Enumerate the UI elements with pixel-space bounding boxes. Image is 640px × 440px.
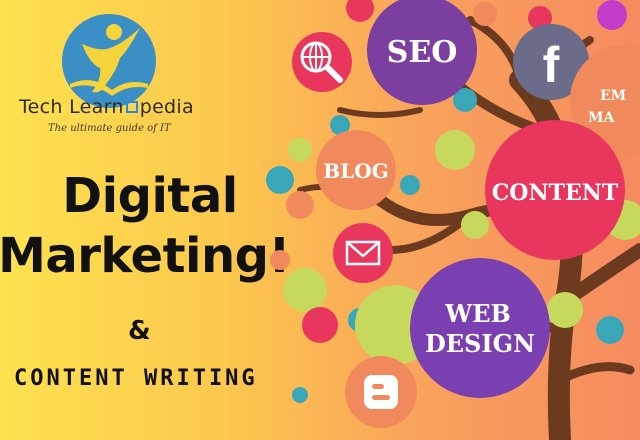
marketing-tree-illustration: SEO f EM MA BLOG CONTENT WEB DESIGN <box>266 0 640 440</box>
content-label: CONTENT <box>492 180 619 206</box>
blog-bubble: BLOG <box>316 130 396 210</box>
svg-text:f: f <box>543 37 560 93</box>
content-bubble: CONTENT <box>485 120 625 260</box>
email-label-2: MA <box>588 110 615 126</box>
seo-label: SEO <box>387 35 458 70</box>
design-label: DESIGN <box>425 329 535 358</box>
mail-icon <box>333 223 393 283</box>
blog-label: BLOG <box>323 159 388 183</box>
seo-bubble: SEO <box>367 0 477 105</box>
blogger-icon <box>345 356 417 428</box>
email-label-1: EM <box>600 88 626 104</box>
web-search-icon <box>292 32 352 92</box>
web-label: WEB <box>444 299 511 328</box>
web-design-bubble: WEB DESIGN <box>410 258 550 398</box>
